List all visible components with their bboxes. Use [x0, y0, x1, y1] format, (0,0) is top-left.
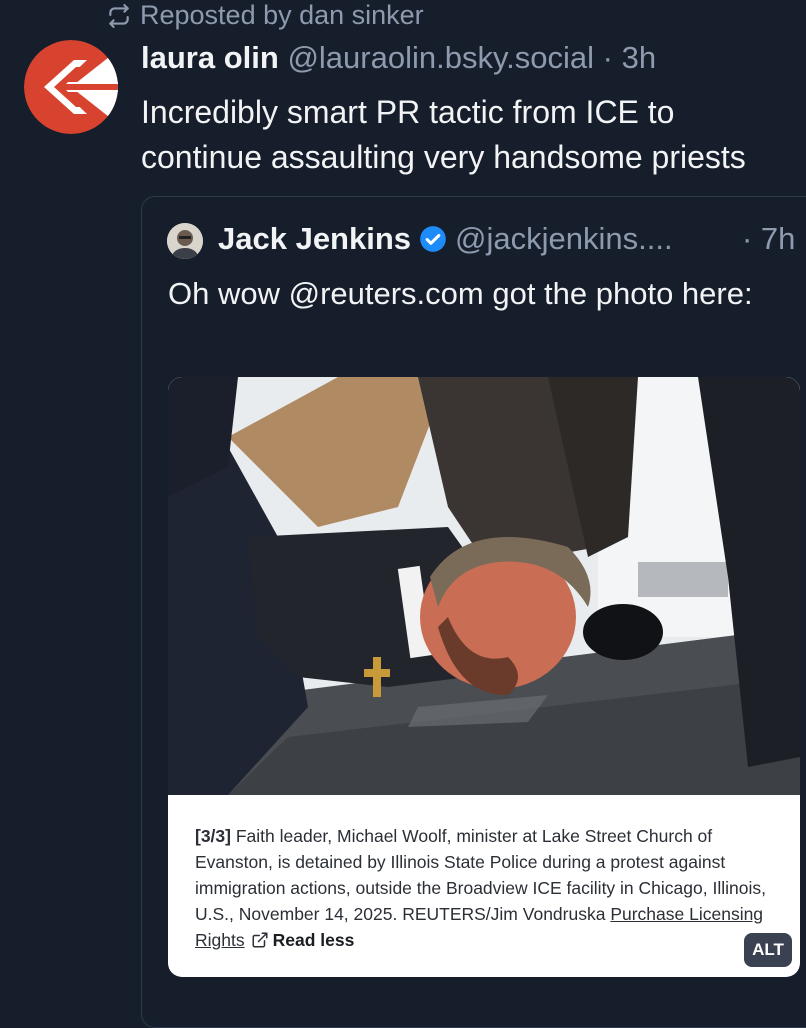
quoted-post-time[interactable]: · 7h [742, 221, 795, 257]
quoted-author-handle[interactable]: @jackjenkins.... [455, 221, 673, 257]
read-less-button[interactable]: Read less [273, 930, 355, 950]
separator-dot: · [602, 40, 613, 75]
caption-index: [3/3] [195, 826, 231, 846]
post-time[interactable]: 3h [622, 40, 656, 75]
photo-protest-arrest[interactable] [168, 377, 800, 795]
repost-icon [109, 3, 129, 28]
embedded-media-card[interactable]: [3/3] Faith leader, Michael Woolf, minis… [168, 377, 800, 977]
author-avatar[interactable] [24, 40, 118, 134]
quoted-author-name[interactable]: Jack Jenkins [218, 221, 411, 257]
repost-label: Reposted by dan sinker [140, 0, 424, 30]
post-text-line-1: Incredibly smart PR tactic from ICE to [141, 94, 675, 130]
external-link-icon[interactable] [251, 931, 269, 949]
author-name[interactable]: laura olin [141, 40, 279, 75]
quoted-post-header: Jack Jenkins @jackjenkins.... [218, 221, 673, 257]
photo-caption: [3/3] Faith leader, Michael Woolf, minis… [195, 823, 775, 953]
repost-indicator[interactable]: Reposted by dan sinker [106, 0, 424, 31]
arrow-logo-avatar [24, 40, 118, 134]
post-header: laura olin @lauraolin.bsky.social · 3h [141, 40, 656, 76]
quoted-author-avatar[interactable] [167, 223, 203, 259]
alt-text-badge[interactable]: ALT [744, 933, 792, 967]
post-text: Incredibly smart PR tactic from ICE to c… [141, 90, 806, 180]
author-handle[interactable]: @lauraolin.bsky.social [287, 40, 594, 75]
verified-check-icon [420, 226, 446, 252]
person-avatar-icon [167, 223, 203, 259]
quoted-post-text: Oh wow @reuters.com got the photo here: [168, 276, 753, 311]
post-text-line-2: continue assaulting very handsome priest… [141, 139, 746, 175]
